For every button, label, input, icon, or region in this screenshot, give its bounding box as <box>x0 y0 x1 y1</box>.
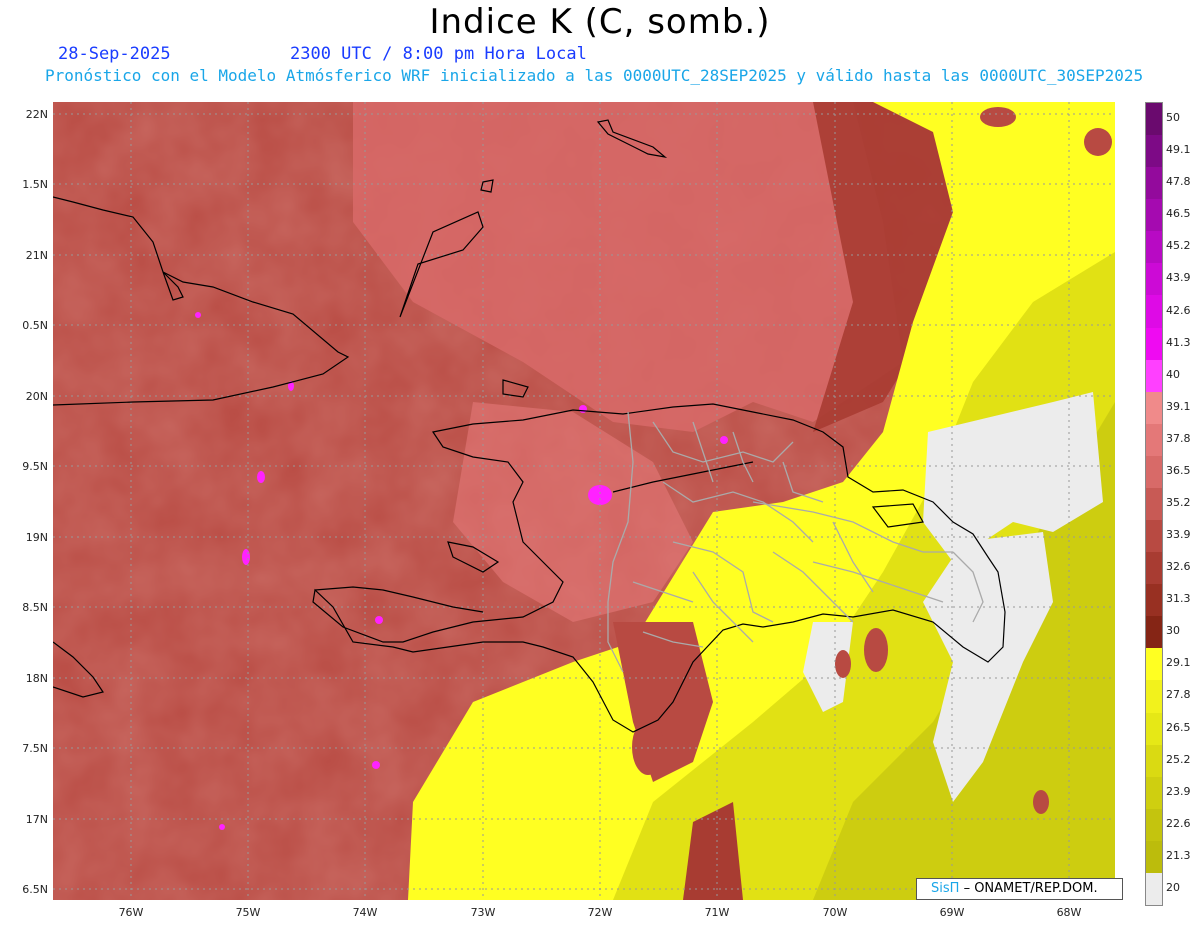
colorbar-swatch <box>1146 584 1162 617</box>
colorbar-swatch <box>1146 455 1162 489</box>
colorbar-label: 27.8 <box>1166 688 1191 702</box>
colorbar-label: 40 <box>1166 367 1180 381</box>
colorbar-swatch <box>1146 423 1162 457</box>
sispi-logo: SisΠ <box>931 881 960 896</box>
colorbar-swatch <box>1146 520 1162 553</box>
colorbar-swatch <box>1146 872 1162 906</box>
colorbar-label: 42.6 <box>1166 303 1191 317</box>
colorbar-label: 25.2 <box>1166 752 1191 766</box>
colorbar-label: 29.1 <box>1166 656 1191 670</box>
colorbar-label: 26.5 <box>1166 720 1191 734</box>
credit-text: – ONAMET/REP.DOM. <box>963 881 1098 896</box>
k-index-map <box>53 102 1115 900</box>
lat-label: 9.5N <box>22 460 48 473</box>
lon-label: 74W <box>352 906 378 919</box>
colorbar-swatch <box>1146 744 1162 778</box>
colorbar-swatch <box>1146 359 1162 393</box>
lon-label: 68W <box>1056 906 1082 919</box>
lat-label: 8.5N <box>22 601 48 614</box>
colorbar-label: 30 <box>1166 624 1180 638</box>
lat-label: 6.5N <box>22 883 48 896</box>
colorbar-label: 43.9 <box>1166 271 1191 285</box>
colorbar-label: 31.3 <box>1166 592 1191 606</box>
colorbar-swatch <box>1146 263 1162 296</box>
colorbar-swatch <box>1146 135 1162 168</box>
colorbar-swatch <box>1146 840 1162 874</box>
lon-label: 73W <box>470 906 496 919</box>
lon-label: 76W <box>118 906 144 919</box>
colorbar-label: 22.6 <box>1166 816 1191 830</box>
colorbar-swatch <box>1146 391 1162 425</box>
forecast-date: 28-Sep-2025 <box>58 44 171 64</box>
lon-label: 72W <box>587 906 613 919</box>
colorbar-label: 39.1 <box>1166 399 1191 413</box>
lat-label: 18N <box>25 672 48 685</box>
lat-label: 1.5N <box>22 178 48 191</box>
colorbar-swatch <box>1146 712 1162 746</box>
colorbar-swatch <box>1146 199 1162 232</box>
colorbar-label: 50 <box>1166 111 1180 125</box>
colorbar-label: 23.9 <box>1166 784 1191 798</box>
colorbar-swatch <box>1146 552 1162 585</box>
lat-label: 17N <box>25 813 48 826</box>
lat-label: 21N <box>25 249 48 262</box>
colorbar-swatch <box>1146 808 1162 842</box>
colorbar-label: 21.3 <box>1166 848 1191 862</box>
colorbar-label: 20 <box>1166 880 1180 894</box>
colorbar-label: 45.2 <box>1166 239 1191 253</box>
lon-label: 71W <box>704 906 730 919</box>
lat-label: 22N <box>25 108 48 121</box>
forecast-time: 2300 UTC / 8:00 pm Hora Local <box>290 44 587 64</box>
colorbar-swatch <box>1146 295 1162 329</box>
lat-label: 20N <box>25 390 48 403</box>
colorbar-swatch <box>1146 616 1162 649</box>
colorbar-swatch <box>1146 487 1162 521</box>
map-title: Indice K (C, somb.) <box>429 2 771 42</box>
colorbar-swatch <box>1146 167 1162 200</box>
colorbar-label: 37.8 <box>1166 431 1191 445</box>
lon-label: 75W <box>235 906 261 919</box>
map-canvas <box>53 102 1115 900</box>
colorbar-label: 32.6 <box>1166 560 1191 574</box>
colorbar-swatch <box>1146 103 1162 136</box>
lon-label: 69W <box>939 906 965 919</box>
lon-label: 70W <box>822 906 848 919</box>
colorbar-swatch <box>1146 327 1162 361</box>
colorbar-swatch <box>1146 776 1162 810</box>
lat-label: 7.5N <box>22 742 48 755</box>
colorbar-swatch <box>1146 680 1162 714</box>
colorbar-label: 41.3 <box>1166 335 1191 349</box>
colorbar-label: 46.5 <box>1166 207 1191 221</box>
lat-label: 0.5N <box>22 319 48 332</box>
colorbar-label: 33.9 <box>1166 528 1191 542</box>
credit-box: SisΠ – ONAMET/REP.DOM. <box>916 878 1123 900</box>
colorbar-swatch <box>1146 648 1162 681</box>
colorbar-label: 35.2 <box>1166 496 1191 509</box>
colorbar <box>1145 102 1163 906</box>
lat-label: 19N <box>25 531 48 544</box>
colorbar-label: 36.5 <box>1166 463 1191 477</box>
colorbar-label: 47.8 <box>1166 175 1191 189</box>
colorbar-swatch <box>1146 231 1162 264</box>
colorbar-label: 49.1 <box>1166 143 1191 157</box>
forecast-subtitle: Pronóstico con el Modelo Atmósferico WRF… <box>45 66 1144 85</box>
